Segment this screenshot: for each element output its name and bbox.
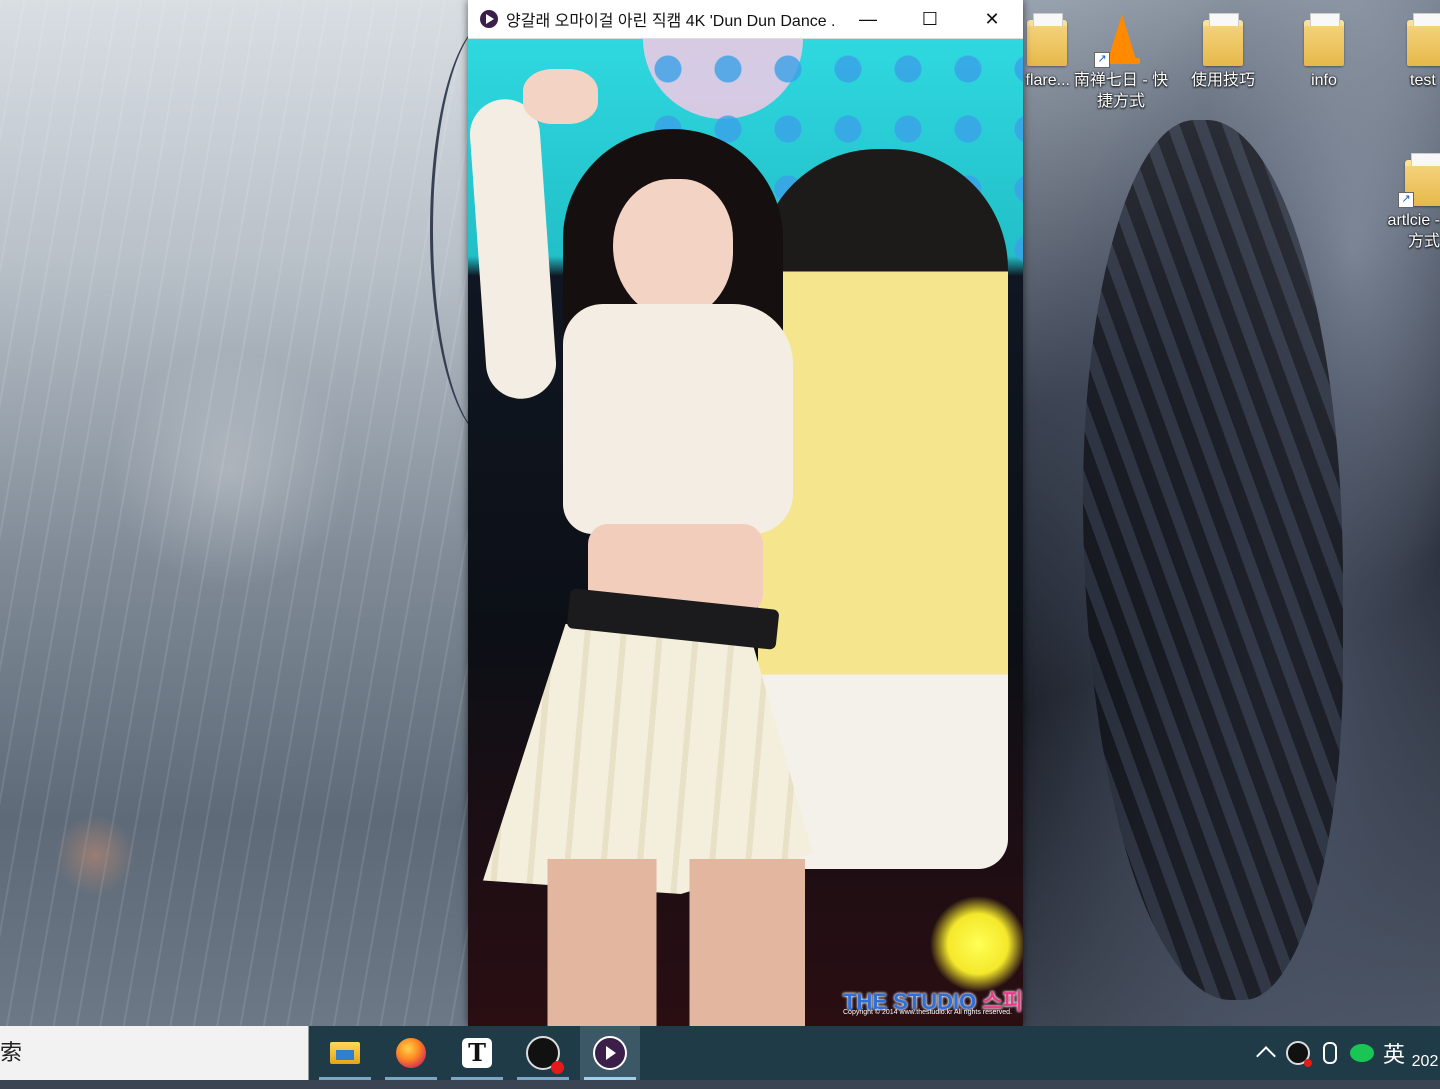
close-button[interactable]: ✕ [961,0,1023,38]
media-player-icon [593,1036,627,1070]
desktop-icon-artlcie[interactable]: ↗ artlcie - 方式 [1372,150,1440,252]
window-titlebar[interactable]: 양갈래 오마이걸 아린 직캠 4K 'Dun Dun Dance ... — ☐… [468,0,1023,39]
dancer-top [563,304,793,534]
tray-wechat[interactable] [1346,1026,1378,1080]
chevron-up-icon [1256,1046,1276,1066]
wallpaper-rain-left [0,0,470,1026]
file-explorer-icon [330,1042,360,1064]
folder-icon [1200,10,1246,66]
taskbar-app-firefox[interactable] [381,1026,441,1080]
media-player-window[interactable]: 양갈래 오마이걸 아린 직캠 4K 'Dun Dun Dance ... — ☐… [468,0,1023,1026]
background-dancer [758,149,1008,869]
taskbar-app-file-explorer[interactable] [315,1026,375,1080]
desktop-icon-label: artlcie - 方式 [1387,212,1440,250]
desktop-icon-label: flare... [1025,72,1070,89]
input-method-indicator[interactable]: 英 [1378,1026,1410,1080]
desktop-icon-tips[interactable]: 使用技巧 [1173,10,1273,91]
taskbar-app-typora[interactable]: T [447,1026,507,1080]
folder-icon [1404,10,1440,66]
taskbar-clock[interactable]: 202 [1410,1017,1440,1089]
typora-icon: T [462,1038,492,1068]
shortcut-arrow-icon: ↗ [1398,192,1414,208]
wallpaper-hair [1083,120,1343,1000]
folder-icon: ↗ [1398,150,1440,208]
system-tray: 英 202 [1250,1026,1440,1080]
search-text: 索 [0,1040,23,1065]
desktop-icon-info[interactable]: info [1274,10,1374,91]
watermark-copyright: Copyright © 2014 www.thestudio.kr All ri… [843,1009,1012,1016]
microphone-icon [1323,1042,1337,1064]
obs-icon [526,1036,564,1074]
dancer-legs [508,859,838,1026]
player-app-icon[interactable] [480,10,498,28]
dancer-fist [523,69,598,124]
desktop-icon-test[interactable]: test [1390,10,1440,91]
wechat-icon [1350,1044,1374,1062]
taskbar-app-media-player[interactable] [580,1026,640,1080]
tray-microphone[interactable] [1314,1026,1346,1080]
video-frame[interactable]: THE STUDIO스피넬 Copyright © 2014 www.thest… [468,39,1023,1026]
shortcut-arrow-icon: ↗ [1094,52,1110,68]
window-title: 양갈래 오마이걸 아린 직캠 4K 'Dun Dun Dance ... [506,13,837,30]
desktop-icon-label: 南禅七日 - 快捷方式 [1073,72,1169,110]
folder-icon [1024,10,1070,66]
maximize-button[interactable]: ☐ [899,0,961,38]
firefox-icon [396,1038,426,1068]
tray-obs[interactable] [1282,1026,1314,1080]
vlc-icon: ↗ [1094,10,1144,68]
taskbar: 索 T 英 202 [0,1026,1440,1080]
desktop-icon-nanchan[interactable]: ↗ 南禅七日 - 快捷方式 [1071,10,1171,112]
desktop-icon-label: info [1311,72,1337,89]
dancer-face [613,179,733,319]
minimize-button[interactable]: — [837,0,899,38]
dancer-raised-arm [468,96,559,402]
desktop-icon-label: test [1410,72,1436,89]
show-hidden-icons-button[interactable] [1250,1026,1282,1080]
taskbar-app-obs[interactable] [513,1026,573,1080]
desktop-icon-label: 使用技巧 [1190,72,1255,89]
taskbar-search-box[interactable]: 索 [0,1026,309,1080]
obs-tray-icon [1286,1041,1312,1067]
folder-icon [1301,10,1347,66]
